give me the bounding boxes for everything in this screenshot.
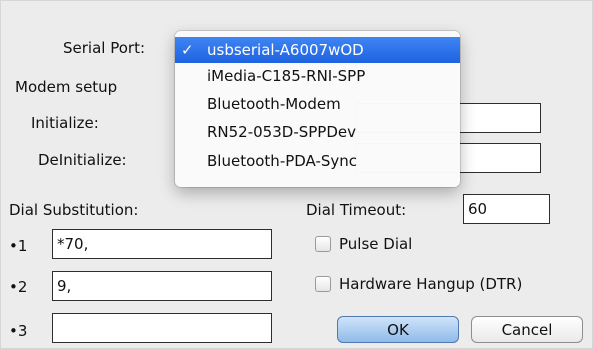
option-label: iMedia-C185-RNI-SPP (207, 67, 366, 85)
initialize-label: Initialize: (31, 114, 99, 132)
serial-port-popup-menu: ✓ usbserial-A6007wOD iMedia-C185-RNI-SPP… (175, 31, 460, 187)
dial-sub-2-field[interactable] (52, 271, 272, 301)
pulse-dial-label: Pulse Dial (339, 235, 413, 253)
checkmark-icon: ✓ (181, 41, 194, 59)
serial-port-option-rn52[interactable]: RN52-053D-SPPDev (175, 119, 460, 145)
option-label: usbserial-A6007wOD (207, 41, 364, 59)
dial-sub-1-field[interactable] (52, 229, 272, 259)
serial-port-option-imedia[interactable]: iMedia-C185-RNI-SPP (175, 63, 460, 89)
option-label: Bluetooth-PDA-Sync (207, 152, 358, 170)
cancel-button[interactable]: Cancel (471, 316, 583, 343)
hardware-hangup-option[interactable]: Hardware Hangup (DTR) (315, 275, 522, 293)
serial-port-label: Serial Port: (63, 39, 146, 57)
hardware-hangup-label: Hardware Hangup (DTR) (339, 275, 523, 293)
deinitialize-label: DeInitialize: (38, 151, 127, 169)
dial-timeout-field[interactable] (463, 194, 550, 224)
dial-timeout-label: Dial Timeout: (306, 201, 407, 219)
dial-sub-3-label: •3 (9, 322, 28, 340)
dial-sub-1-label: •1 (9, 237, 28, 255)
modem-settings-dialog: Serial Port: Modem setup Initialize: DeI… (0, 0, 593, 349)
serial-port-option-bluetooth-pda-sync[interactable]: Bluetooth-PDA-Sync (175, 148, 460, 174)
hardware-hangup-checkbox[interactable] (315, 276, 331, 292)
dial-sub-3-field[interactable] (52, 313, 272, 343)
modem-setup-label: Modem setup (15, 78, 118, 96)
dial-substitution-label: Dial Substitution: (9, 201, 139, 219)
ok-button[interactable]: OK (337, 316, 459, 343)
pulse-dial-checkbox[interactable] (315, 236, 331, 252)
serial-port-option-usbserial[interactable]: ✓ usbserial-A6007wOD (175, 37, 460, 63)
serial-port-option-bluetooth-modem[interactable]: Bluetooth-Modem (175, 91, 460, 117)
dial-sub-2-label: •2 (9, 278, 28, 296)
pulse-dial-option[interactable]: Pulse Dial (315, 235, 412, 253)
option-label: Bluetooth-Modem (207, 95, 341, 113)
option-label: RN52-053D-SPPDev (207, 123, 357, 141)
